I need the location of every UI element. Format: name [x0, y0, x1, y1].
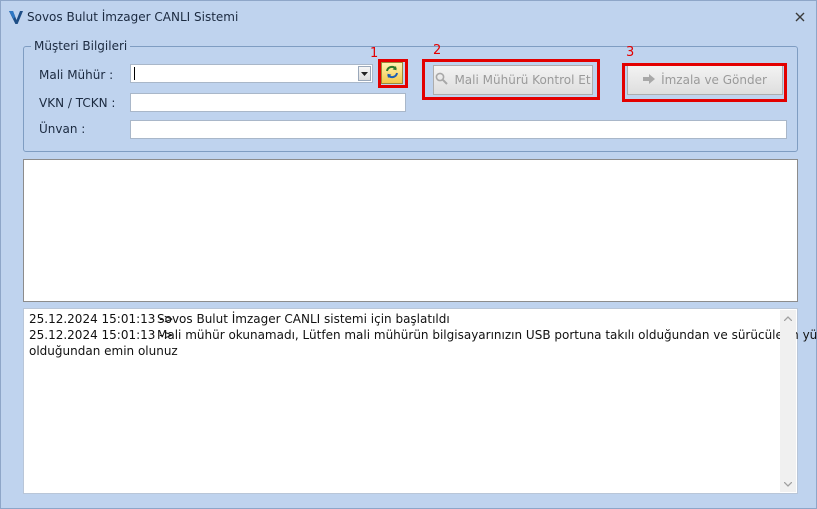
vertical-scrollbar[interactable]	[780, 310, 796, 492]
log-line: 25.12.2024 15:01:13 ->Mali mühür okunama…	[29, 328, 817, 342]
refresh-icon	[384, 64, 400, 83]
title-input[interactable]	[130, 120, 787, 139]
callout-number-3: 3	[626, 45, 635, 60]
log-line: 25.12.2024 15:01:13 ->Sovos Bulut İmzage…	[29, 312, 450, 326]
sign-send-label: İmzala ve Gönder	[661, 73, 767, 87]
chevron-down-icon[interactable]	[358, 66, 371, 81]
window-title: Sovos Bulut İmzager CANLI Sistemi	[27, 10, 239, 24]
sign-send-button[interactable]: İmzala ve Gönder	[627, 65, 783, 95]
log-textbox[interactable]: 25.12.2024 15:01:13 ->Sovos Bulut İmzage…	[23, 308, 817, 494]
tax-id-label: VKN / TCKN :	[39, 96, 116, 110]
log-line: olduğundan emin olunuz	[29, 344, 178, 358]
log-timestamp: 25.12.2024 15:01:13 ->	[29, 328, 174, 342]
group-legend: Müşteri Bilgileri	[31, 39, 131, 53]
callout-number-2: 2	[433, 43, 442, 58]
check-seal-label: Mali Mühürü Kontrol Et	[454, 73, 591, 87]
callout-number-1: 1	[370, 46, 379, 61]
log-timestamp: 25.12.2024 15:01:13 ->	[29, 312, 174, 326]
log-message: Mali mühür okunamadı, Lütfen mali mühürü…	[157, 328, 817, 342]
log-message: Sovos Bulut İmzager CANLI sistemi için b…	[157, 312, 450, 326]
seal-combobox[interactable]	[130, 64, 373, 83]
title-label: Ünvan :	[39, 122, 86, 136]
seal-label: Mali Mühür :	[39, 68, 114, 82]
arrow-right-icon	[643, 73, 656, 87]
check-seal-button[interactable]: Mali Mühürü Kontrol Et	[433, 65, 593, 95]
scroll-up-icon[interactable]	[780, 310, 796, 326]
search-icon	[435, 72, 449, 88]
app-window: Sovos Bulut İmzager CANLI Sistemi Müşter…	[0, 0, 817, 509]
log-message: olduğundan emin olunuz	[29, 344, 178, 358]
text-caret	[134, 67, 135, 80]
sovos-logo-icon	[8, 9, 24, 25]
close-icon[interactable]	[791, 8, 809, 26]
content-panel	[23, 159, 798, 302]
tax-id-input[interactable]	[130, 93, 406, 112]
title-bar[interactable]: Sovos Bulut İmzager CANLI Sistemi	[1, 1, 816, 35]
scroll-down-icon[interactable]	[780, 476, 796, 492]
refresh-button[interactable]	[381, 62, 403, 84]
